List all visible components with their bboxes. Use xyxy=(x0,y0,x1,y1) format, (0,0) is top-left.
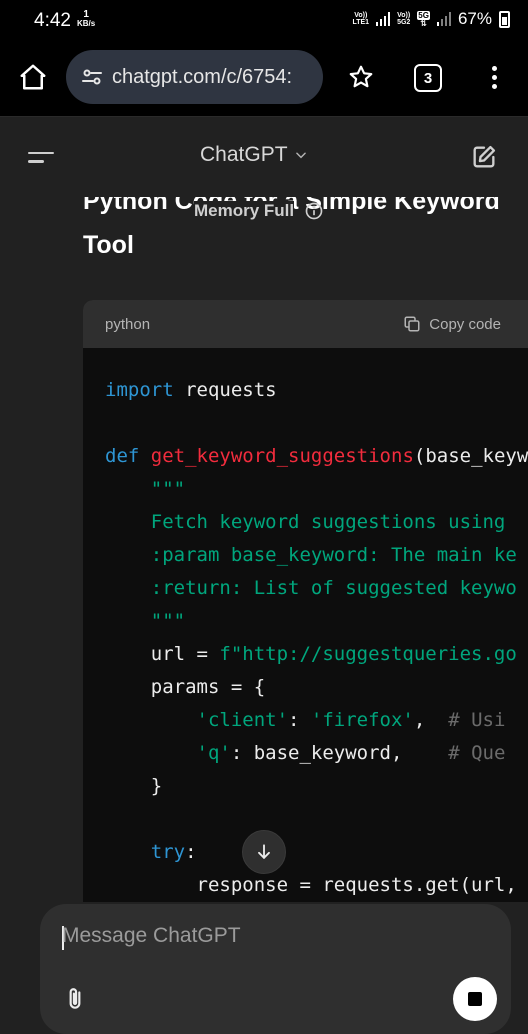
code-content: import requests def get_keyword_suggesti… xyxy=(83,348,528,902)
code-line: response = requests.get(url, xyxy=(105,874,517,896)
code-line: params = { xyxy=(105,676,266,698)
code-language-label: python xyxy=(105,315,151,333)
star-icon xyxy=(349,65,373,88)
clock: 4:42 xyxy=(34,10,71,31)
browser-toolbar: chatgpt.com/c/6754: 3 xyxy=(0,40,528,117)
copy-code-button[interactable]: Copy code xyxy=(403,315,501,333)
code-block: python Copy code import requests def get… xyxy=(83,300,528,902)
volte-sim2-top: Vo)) xyxy=(397,12,411,19)
chat-header: ChatGPT xyxy=(0,117,528,197)
home-button[interactable] xyxy=(16,60,50,94)
signal-sim1-icon xyxy=(376,12,391,26)
tab-switcher-button[interactable]: 3 xyxy=(414,64,442,92)
chevron-down-icon xyxy=(295,152,306,159)
copy-code-label: Copy code xyxy=(429,315,501,333)
browser-menu-button[interactable] xyxy=(482,60,506,94)
url-text[interactable]: chatgpt.com/c/6754: xyxy=(112,66,292,89)
message-input[interactable]: Message ChatGPT xyxy=(62,924,241,948)
volte-sim1-indicator: Vo)) LTE1 xyxy=(352,12,369,26)
code-line: try: xyxy=(150,841,197,863)
copy-icon xyxy=(404,316,420,332)
menu-icon xyxy=(28,151,54,154)
signal-sim2-icon xyxy=(436,12,451,26)
code-line: Fetch keyword suggestions using xyxy=(105,511,506,533)
app-title: ChatGPT xyxy=(200,143,288,166)
code-line: :return: List of suggested keywo xyxy=(105,577,517,599)
battery-icon xyxy=(499,10,510,28)
network-type-indicator: 5G ⇅ xyxy=(417,11,430,28)
arrow-down-icon xyxy=(258,844,270,859)
kebab-menu-icon xyxy=(491,65,497,71)
tab-count: 3 xyxy=(423,69,433,87)
network-speed: 1 KB/s xyxy=(77,9,96,29)
code-line: :param base_keyword: The main ke xyxy=(105,544,517,566)
attach-button[interactable] xyxy=(60,984,90,1014)
code-line: import requests xyxy=(105,379,277,401)
network-speed-value: 1 xyxy=(83,9,89,20)
status-icons: Vo)) LTE1 Vo)) 5G2 5G ⇅ 67% xyxy=(352,9,510,29)
code-line: """ xyxy=(105,610,186,632)
new-chat-button[interactable] xyxy=(468,141,500,173)
stop-icon xyxy=(468,992,482,1006)
volte-sim2-bottom: 5G2 xyxy=(397,19,411,26)
memory-full-label: Memory Full xyxy=(194,201,295,221)
volte-sim1-bottom: LTE1 xyxy=(352,19,370,26)
status-bar: 4:42 1 KB/s Vo)) LTE1 Vo)) 5G2 5G ⇅ 67% xyxy=(0,0,528,40)
site-settings-icon[interactable] xyxy=(80,65,104,89)
model-selector[interactable]: ChatGPT xyxy=(200,143,308,167)
code-line: """ xyxy=(105,478,186,500)
code-line: 'client': 'firefox', # Usi xyxy=(196,709,506,731)
paperclip-icon xyxy=(69,988,81,1009)
home-icon xyxy=(20,64,46,90)
scroll-to-bottom-button[interactable] xyxy=(242,830,286,874)
address-bar[interactable]: chatgpt.com/c/6754: xyxy=(66,50,323,104)
data-arrows-icon: ⇅ xyxy=(420,19,427,28)
edit-icon xyxy=(473,145,496,168)
code-line: 'q': base_keyword, # Que xyxy=(196,742,506,764)
code-line: def get_keyword_suggestions(base_keyword xyxy=(105,445,528,467)
stop-generating-button[interactable] xyxy=(453,977,497,1021)
battery-percent: 67% xyxy=(457,9,492,28)
volte-sim1-top: Vo)) xyxy=(354,12,368,19)
message-composer[interactable]: Message ChatGPT xyxy=(40,904,511,1034)
conversation-area: Python Code for a Simple Keyword Tool Me… xyxy=(0,197,528,902)
code-line: } xyxy=(105,775,163,797)
info-icon xyxy=(305,202,323,220)
sidebar-toggle-button[interactable] xyxy=(28,147,58,167)
memory-full-banner[interactable]: Memory Full xyxy=(194,201,324,221)
bookmark-button[interactable] xyxy=(344,60,378,94)
network-speed-unit: KB/s xyxy=(77,19,96,28)
code-line: url = f"http://suggestqueries.go xyxy=(105,643,517,665)
volte-sim2-indicator: Vo)) 5G2 xyxy=(397,12,410,26)
code-block-header: python Copy code xyxy=(83,300,528,348)
